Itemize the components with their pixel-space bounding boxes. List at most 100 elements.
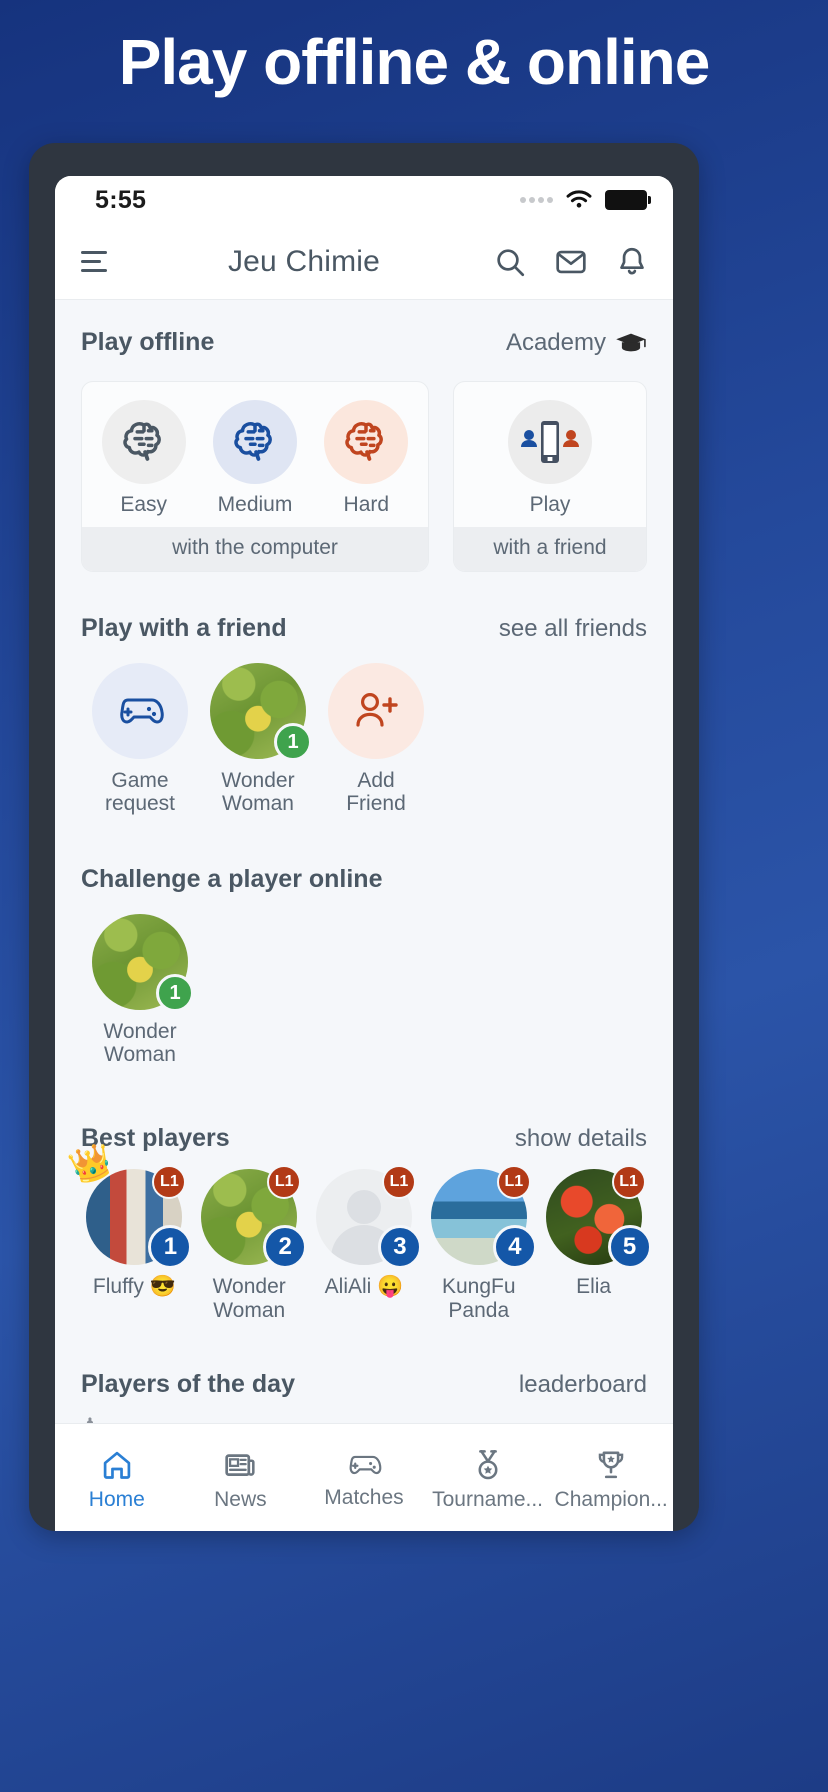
trophy-icon (598, 1451, 624, 1478)
with-a-friend-footer: with a friend (454, 527, 646, 571)
nav-item-championship[interactable]: Champion... (549, 1448, 673, 1512)
section-play-with-friend-header: Play with a friend see all friends (55, 614, 673, 643)
bell-icon[interactable] (615, 245, 649, 279)
app-content[interactable]: Play offline Academy Easy Medium Hard wi… (55, 300, 673, 1423)
wifi-icon (566, 190, 592, 208)
see-all-friends-link[interactable]: see all friends (499, 615, 647, 643)
nav-label-tournaments: Matches (324, 1485, 404, 1509)
news-icon (225, 1453, 255, 1476)
section-best-players-header: Best players show details (55, 1124, 673, 1153)
level-badge: L1 (381, 1165, 416, 1200)
section-title-play-with-friend: Play with a friend (81, 614, 287, 642)
section-challenge-online-header: Challenge a player online (55, 865, 673, 894)
mode-hard-label: Hard (343, 493, 390, 516)
medal-icon (478, 1449, 498, 1479)
play-with-computer-card[interactable]: Easy Medium Hard with the computer (81, 381, 429, 572)
mode-hard[interactable]: Hard (311, 400, 422, 517)
header-actions (493, 245, 649, 279)
nav-label-news: News (214, 1487, 267, 1511)
mode-play-friend[interactable]: Play (460, 400, 640, 517)
nav-label-home: Home (88, 1487, 145, 1511)
nav-item-home[interactable]: Home (55, 1448, 179, 1512)
best-player-label: Elia (576, 1275, 612, 1299)
best-player-label: Fluffy 😎 (92, 1275, 176, 1299)
best-player-2[interactable]: L1 2 Wonder Woman (192, 1165, 308, 1322)
status-badge: 1 (156, 974, 194, 1013)
academy-link[interactable]: Academy (506, 329, 647, 357)
best-player-label: AliAli 😛 (324, 1275, 404, 1299)
brain-icon (212, 400, 297, 484)
status-badge: 1 (274, 723, 312, 761)
friend-label: Game request (104, 769, 176, 816)
status-bar: 5:55 (55, 176, 673, 224)
nav-item-news[interactable]: News (179, 1448, 303, 1512)
friend-add-friend[interactable]: Add Friend (317, 663, 435, 815)
leaderboard-link[interactable]: leaderboard (519, 1371, 647, 1399)
phone-frame: 5:55 Jeu Chimie Play offline Academy Eas… (29, 143, 699, 1531)
online-player-wonder-woman[interactable]: 1 Wonder Woman (81, 914, 199, 1066)
rank-badge: 3 (377, 1225, 422, 1270)
best-players-row: 👑 L1 1 Fluffy 😎 L1 2 Wonder Woman L1 3 A… (55, 1140, 673, 1322)
nav-item-matches[interactable]: Matches (302, 1450, 426, 1510)
graduation-cap-icon (616, 333, 646, 351)
mode-play-friend-label: Play (529, 493, 571, 516)
section-play-offline-header: Play offline Academy (55, 328, 673, 357)
best-player-label: KungFu Panda (442, 1275, 516, 1322)
level-badge: L1 (496, 1165, 531, 1200)
brain-icon (324, 400, 409, 484)
online-player-label: Wonder Woman (103, 1020, 177, 1067)
section-title-players-of-the-day: Players of the day (81, 1370, 295, 1399)
home-icon (103, 1451, 131, 1479)
promo-headline: Play offline & online (118, 26, 711, 98)
brain-icon (101, 400, 186, 484)
gamepad-icon (349, 1455, 382, 1474)
play-with-friend-card[interactable]: Play with a friend (453, 381, 647, 572)
friend-wonder-woman[interactable]: 1 Wonder Woman (199, 663, 317, 815)
section-title-challenge-online: Challenge a player online (81, 865, 383, 894)
bottom-navigation: Home News Matches Tourname... Champion..… (55, 1423, 673, 1531)
rank-badge: 4 (492, 1225, 537, 1270)
battery-full-icon (605, 190, 651, 210)
section-title-play-offline: Play offline (81, 328, 215, 356)
best-player-3[interactable]: L1 3 AliAli 😛 (307, 1165, 422, 1322)
status-time: 5:55 (95, 185, 147, 214)
friend-game-request[interactable]: Game request (81, 663, 199, 815)
level-badge: L1 (152, 1165, 187, 1200)
mode-easy-label: Easy (120, 493, 167, 516)
rank-badge: 1 (148, 1225, 193, 1270)
best-player-5[interactable]: L1 5 Elia (536, 1165, 652, 1322)
show-details-link[interactable]: show details (515, 1125, 647, 1153)
challenge-online-row: 1 Wonder Woman (55, 914, 673, 1066)
offline-modes-row: Easy Medium Hard with the computer Play … (55, 381, 673, 572)
nav-item-tournaments[interactable]: Tourname... (426, 1448, 550, 1512)
signal-dots-icon (520, 197, 553, 203)
friend-label: Wonder Woman (221, 769, 295, 816)
gamepad-icon (92, 663, 188, 759)
best-player-1[interactable]: 👑 L1 1 Fluffy 😎 (66, 1140, 193, 1322)
status-indicators (520, 189, 651, 211)
rank-badge: 2 (263, 1225, 308, 1270)
mode-medium-label: Medium (217, 493, 293, 516)
mail-icon[interactable] (554, 245, 588, 279)
with-the-computer-footer: with the computer (82, 527, 428, 571)
rank-badge: 5 (607, 1225, 652, 1270)
level-badge: L1 (267, 1165, 302, 1200)
best-player-label: Wonder Woman (212, 1275, 286, 1322)
search-icon[interactable] (493, 245, 527, 279)
academy-label: Academy (505, 328, 606, 356)
add-friend-icon (328, 663, 424, 759)
friend-label: Add Friend (346, 769, 406, 816)
phone-screen: 5:55 Jeu Chimie Play offline Academy Eas… (55, 176, 673, 1531)
nav-label-matches: Tourname... (432, 1487, 544, 1511)
app-header: Jeu Chimie (55, 224, 673, 300)
players-of-the-day-peek: ♟ (55, 1413, 673, 1423)
section-players-of-the-day-header: Players of the day leaderboard (55, 1370, 673, 1399)
nav-label-championship: Champion... (554, 1487, 668, 1511)
mode-easy[interactable]: Easy (88, 400, 199, 517)
friends-row: Game request 1 Wonder Woman Add Friend (55, 663, 673, 815)
level-badge: L1 (611, 1165, 646, 1200)
two-players-phone-icon (508, 400, 592, 484)
mode-medium[interactable]: Medium (199, 400, 310, 517)
best-player-4[interactable]: L1 4 KungFu Panda (421, 1165, 537, 1322)
page-title: Jeu Chimie (227, 244, 381, 278)
